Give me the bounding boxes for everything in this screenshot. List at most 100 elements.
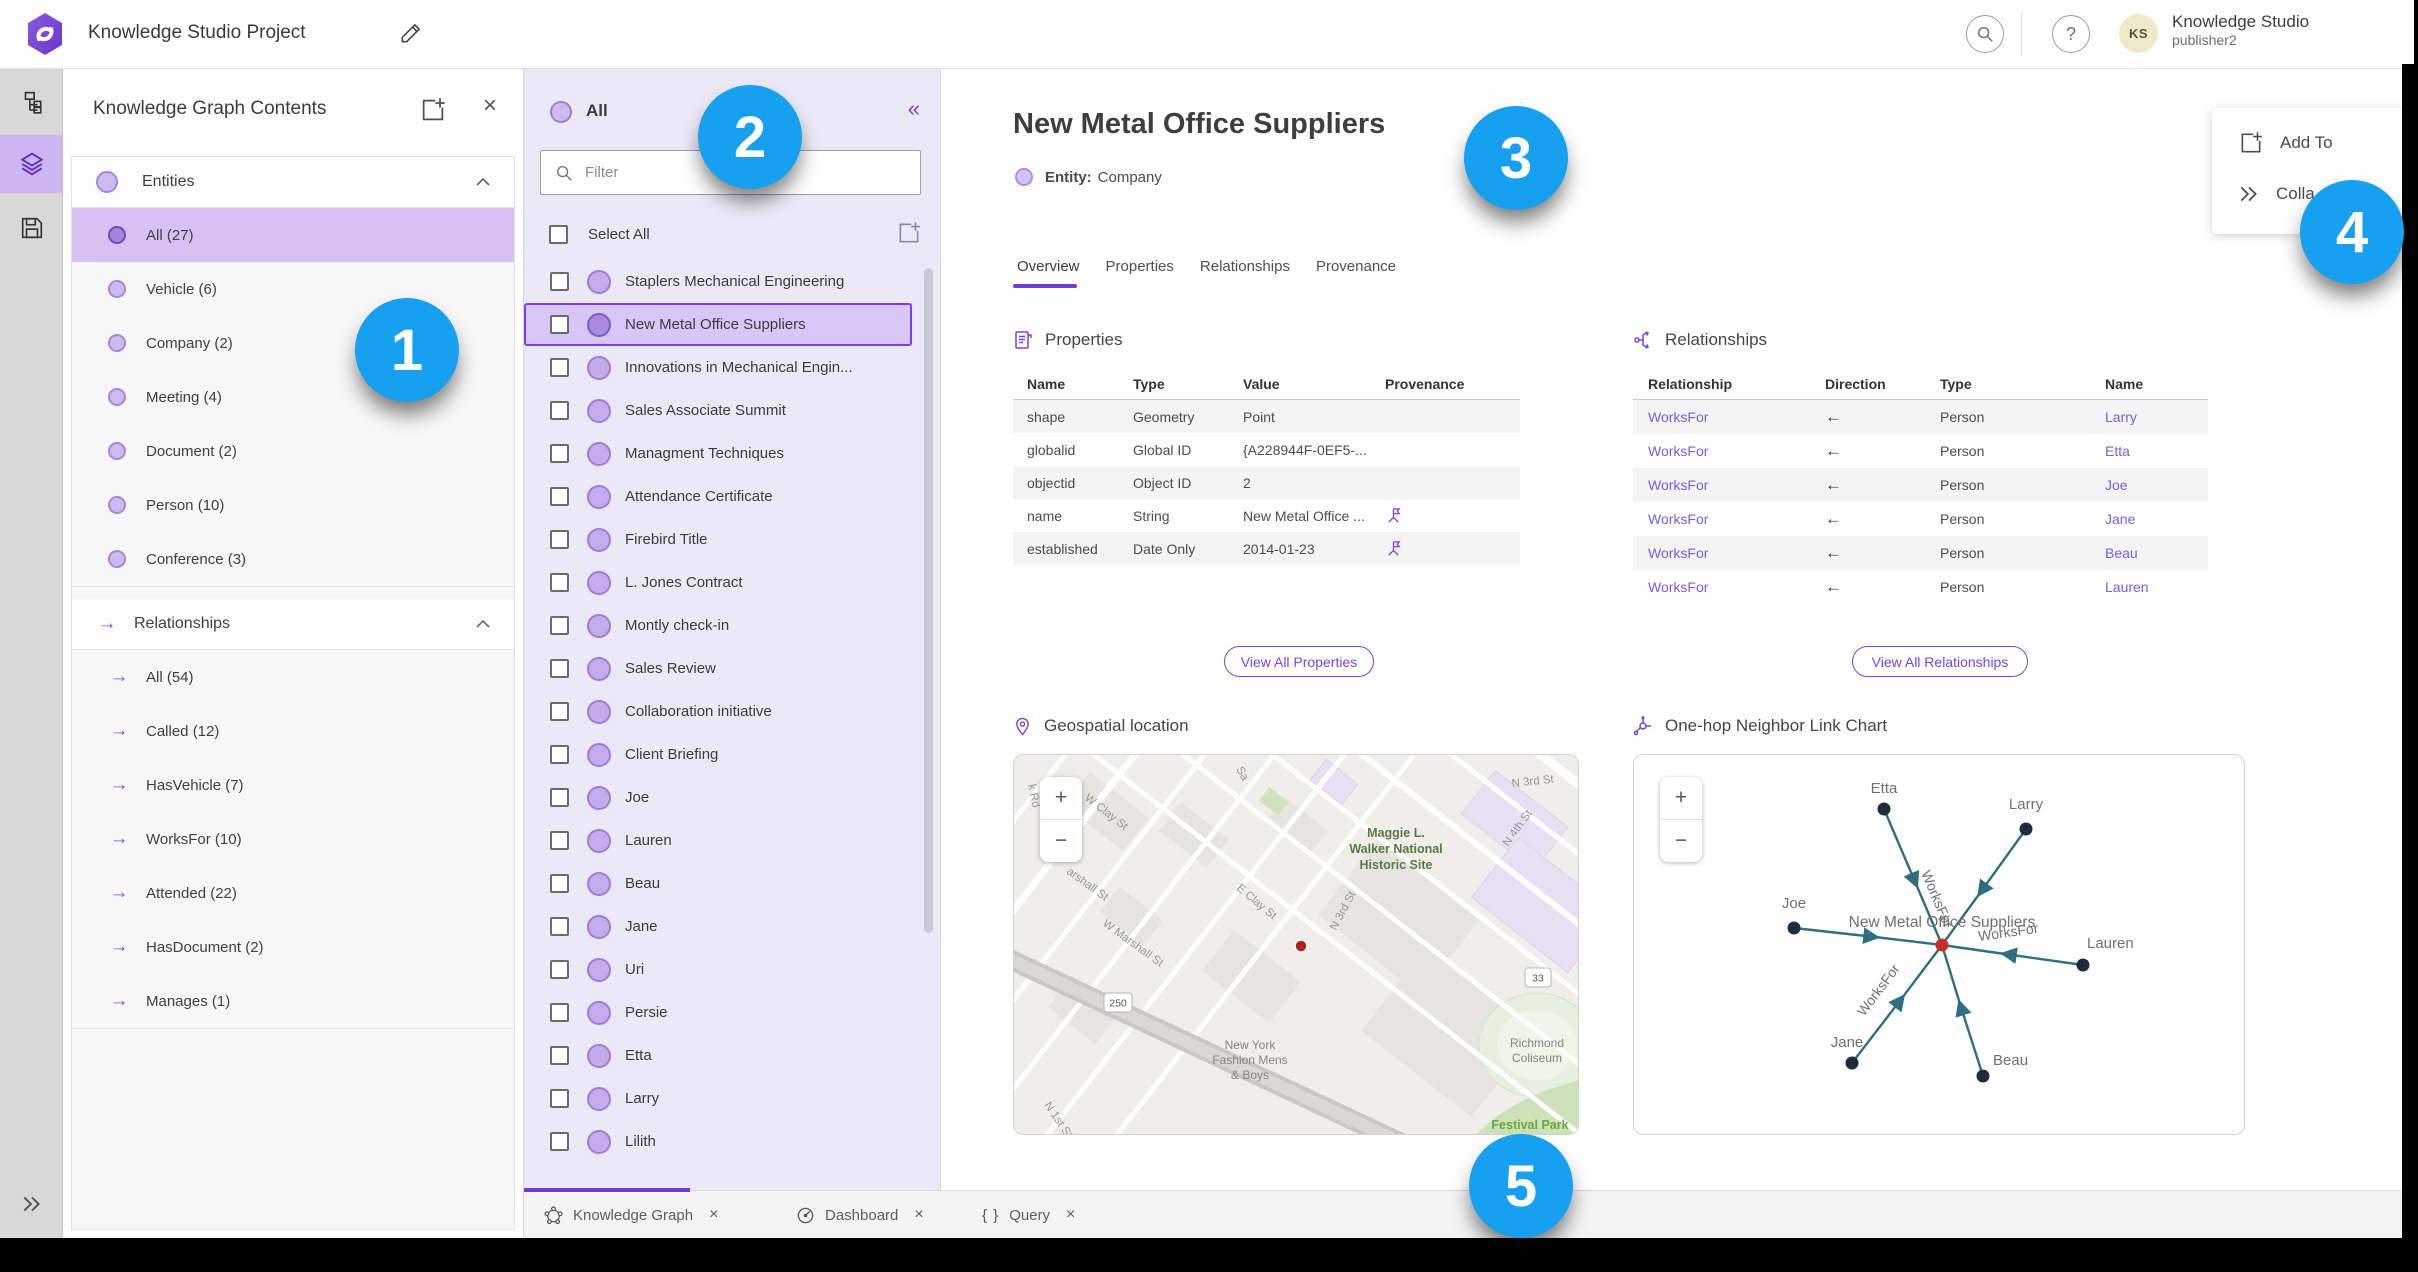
zoom-out-button[interactable]: − — [1660, 820, 1702, 862]
list-item[interactable]: Larry — [524, 1077, 912, 1120]
list-item[interactable]: Montly check-in — [524, 604, 912, 647]
relationship-type-row[interactable]: → Attended (22) — [72, 866, 514, 920]
item-checkbox[interactable] — [550, 1132, 569, 1151]
relationship-type-row[interactable]: → All (54) — [72, 650, 514, 704]
edit-title-icon[interactable] — [398, 20, 424, 46]
hierarchy-icon[interactable] — [0, 74, 63, 132]
tab-properties[interactable]: Properties — [1106, 258, 1174, 275]
list-item[interactable]: Managment Techniques — [524, 432, 912, 475]
list-item[interactable]: Etta — [524, 1034, 912, 1077]
relationship-link[interactable]: WorksFor — [1648, 579, 1825, 595]
item-checkbox[interactable] — [550, 444, 569, 463]
item-checkbox[interactable] — [550, 573, 569, 592]
list-item[interactable]: Jane — [524, 905, 912, 948]
collapse-panel-icon[interactable]: « — [908, 96, 920, 122]
relationship-link[interactable]: WorksFor — [1648, 409, 1825, 425]
link-chart[interactable]: + − Etta Larry Joe Lauren Jane Beau New … — [1633, 754, 2245, 1135]
item-checkbox[interactable] — [550, 358, 569, 377]
entity-type-row[interactable]: Vehicle (6) — [72, 262, 514, 316]
item-checkbox[interactable] — [550, 659, 569, 678]
item-checkbox[interactable] — [550, 917, 569, 936]
chevron-up-icon[interactable] — [476, 178, 490, 186]
list-item[interactable]: Firebird Title — [524, 518, 912, 561]
provenance-flag-icon[interactable] — [1385, 540, 1402, 557]
entity-type-row[interactable]: Document (2) — [72, 424, 514, 478]
node-larry[interactable] — [2019, 822, 2033, 836]
add-to-button[interactable]: Add To — [2238, 130, 2333, 156]
list-item[interactable]: New Metal Office Suppliers — [524, 303, 912, 346]
tab-query[interactable]: { } Query × — [982, 1191, 1075, 1239]
tab-provenance[interactable]: Provenance — [1316, 258, 1396, 275]
relationship-type-row[interactable]: → HasVehicle (7) — [72, 758, 514, 812]
item-checkbox[interactable] — [550, 874, 569, 893]
item-checkbox[interactable] — [550, 1046, 569, 1065]
item-checkbox[interactable] — [550, 315, 569, 334]
add-to-new-icon[interactable] — [419, 96, 447, 124]
item-checkbox[interactable] — [550, 1089, 569, 1108]
list-item[interactable]: Innovations in Mechanical Engin... — [524, 346, 912, 389]
entity-type-row[interactable]: All (27) — [72, 208, 514, 262]
item-checkbox[interactable] — [550, 1003, 569, 1022]
item-checkbox[interactable] — [550, 616, 569, 635]
related-name-link[interactable]: Etta — [2105, 443, 2223, 459]
list-item[interactable]: Attendance Certificate — [524, 475, 912, 518]
relationship-link[interactable]: WorksFor — [1648, 477, 1825, 493]
node-center[interactable] — [1935, 938, 1949, 952]
relationship-type-row[interactable]: → HasDocument (2) — [72, 920, 514, 974]
select-all-checkbox[interactable] — [549, 224, 568, 244]
close-tab-icon[interactable]: × — [709, 1206, 718, 1224]
relationship-link[interactable]: WorksFor — [1648, 443, 1825, 459]
entities-section-header[interactable]: Entities — [72, 157, 514, 208]
relationship-link[interactable]: WorksFor — [1648, 545, 1825, 561]
list-item[interactable]: Lauren — [524, 819, 912, 862]
list-item[interactable]: Client Briefing — [524, 733, 912, 776]
tab-dashboard[interactable]: Dashboard × — [796, 1191, 924, 1239]
save-icon[interactable] — [0, 199, 63, 257]
item-checkbox[interactable] — [550, 788, 569, 807]
relationship-type-row[interactable]: → Manages (1) — [72, 974, 514, 1028]
list-item[interactable]: L. Jones Contract — [524, 561, 912, 604]
view-all-properties-button[interactable]: View All Properties — [1224, 646, 1374, 677]
tab-relationships[interactable]: Relationships — [1200, 258, 1290, 275]
node-joe[interactable] — [1787, 921, 1801, 935]
provenance-flag-icon[interactable] — [1385, 507, 1402, 524]
item-checkbox[interactable] — [550, 272, 569, 291]
item-checkbox[interactable] — [550, 487, 569, 506]
expand-rail-icon[interactable] — [0, 1180, 63, 1228]
relationship-type-row[interactable]: → Called (12) — [72, 704, 514, 758]
related-name-link[interactable]: Lauren — [2105, 579, 2223, 595]
tab-knowledge-graph[interactable]: Knowledge Graph × — [544, 1191, 718, 1239]
user-info[interactable]: Knowledge Studio publisher2 — [2172, 12, 2309, 49]
entity-type-row[interactable]: Person (10) — [72, 478, 514, 532]
user-avatar[interactable]: KS — [2119, 14, 2158, 53]
close-panel-icon[interactable]: × — [483, 92, 497, 120]
item-checkbox[interactable] — [550, 702, 569, 721]
item-checkbox[interactable] — [550, 960, 569, 979]
list-item[interactable]: Collaboration initiative — [524, 690, 912, 733]
search-button[interactable] — [1966, 15, 2004, 53]
tab-overview[interactable]: Overview — [1017, 258, 1080, 275]
zoom-out-button[interactable]: − — [1040, 820, 1082, 862]
node-jane[interactable] — [1845, 1056, 1859, 1070]
list-item[interactable]: Staplers Mechanical Engineering — [524, 260, 912, 303]
item-checkbox[interactable] — [550, 831, 569, 850]
list-scrollbar[interactable] — [924, 268, 933, 933]
list-item[interactable]: Uri — [524, 948, 912, 991]
list-item[interactable]: Beau — [524, 862, 912, 905]
close-tab-icon[interactable]: × — [914, 1206, 923, 1224]
collapse-button[interactable]: Colla — [2238, 184, 2315, 204]
related-name-link[interactable]: Jane — [2105, 511, 2223, 527]
node-beau[interactable] — [1976, 1069, 1990, 1083]
layers-icon[interactable] — [0, 135, 63, 193]
chevron-up-icon[interactable] — [476, 620, 490, 628]
relationship-type-row[interactable]: → WorksFor (10) — [72, 812, 514, 866]
zoom-in-button[interactable]: + — [1660, 777, 1702, 820]
item-checkbox[interactable] — [550, 530, 569, 549]
close-tab-icon[interactable]: × — [1066, 1206, 1075, 1224]
list-item[interactable]: Sales Associate Summit — [524, 389, 912, 432]
list-item[interactable]: Sales Review — [524, 647, 912, 690]
zoom-in-button[interactable]: + — [1040, 777, 1082, 820]
related-name-link[interactable]: Joe — [2105, 477, 2223, 493]
item-checkbox[interactable] — [550, 745, 569, 764]
related-name-link[interactable]: Beau — [2105, 545, 2223, 561]
